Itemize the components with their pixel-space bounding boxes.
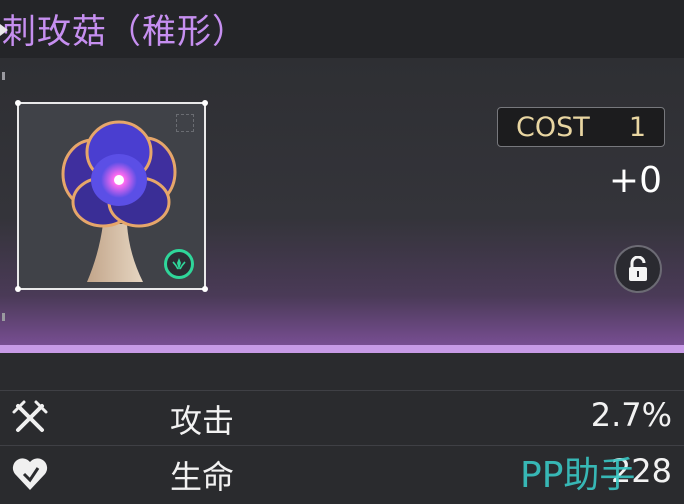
stat-value: 2.7% (590, 396, 672, 434)
cost-label: COST (516, 111, 590, 143)
unlock-button[interactable] (614, 245, 662, 293)
cost-value: 1 (628, 111, 646, 143)
frame-corner (15, 286, 21, 292)
mouse-cursor (0, 24, 8, 36)
bonus-value: +0 (608, 160, 662, 201)
frame-corner (15, 100, 21, 106)
frame-corner (202, 286, 208, 292)
stat-row-attack: 攻击 2.7% (0, 390, 684, 446)
edge-tick (2, 72, 5, 80)
edge-tick (2, 313, 5, 321)
item-title: 刺玫菇（稚形） (2, 12, 247, 52)
card-glow-divider (0, 345, 684, 353)
title-bar: 刺玫菇（稚形） (0, 0, 684, 58)
cost-badge: COST 1 (497, 107, 665, 147)
element-badge-icon (164, 249, 194, 279)
stat-label: 生命 (170, 458, 235, 496)
frame-corner (202, 100, 208, 106)
stat-label: 攻击 (170, 402, 235, 440)
unlock-icon (629, 256, 647, 281)
row-divider (0, 390, 684, 391)
health-icon (12, 458, 48, 490)
watermark: PP助手 (520, 455, 636, 496)
attack-icon (12, 400, 48, 432)
item-portrait[interactable] (15, 100, 208, 292)
